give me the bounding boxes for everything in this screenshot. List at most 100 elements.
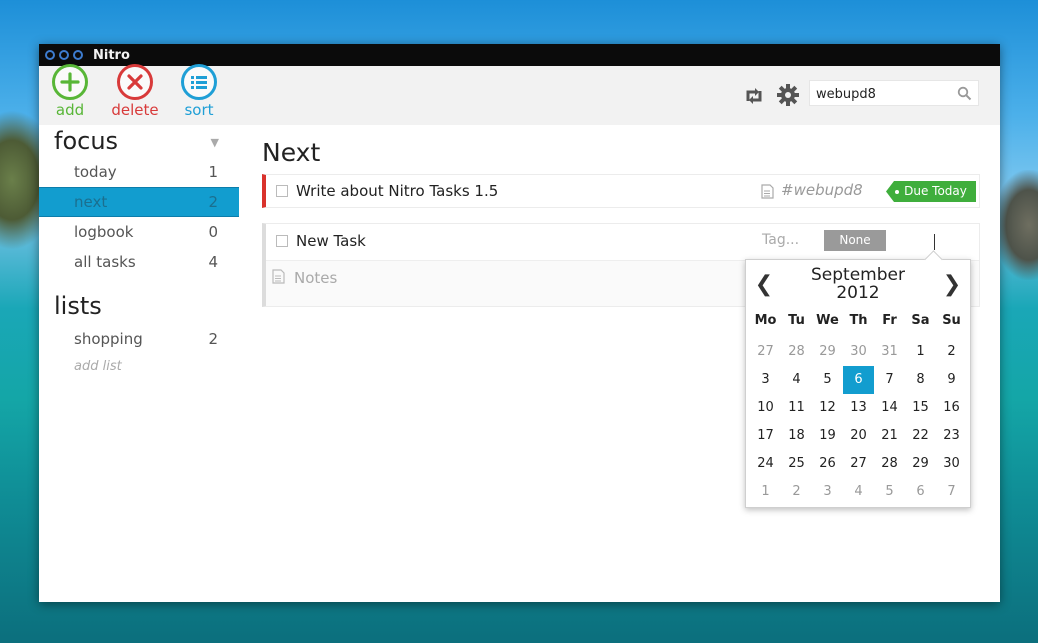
- calendar-day[interactable]: 2: [936, 338, 967, 366]
- maximize-window-button[interactable]: [73, 50, 83, 60]
- calendar-day[interactable]: 1: [905, 338, 936, 366]
- due-badge[interactable]: Due Today: [886, 181, 976, 202]
- calendar-day[interactable]: 4: [781, 366, 812, 394]
- chevron-right-icon[interactable]: ❯: [940, 272, 964, 298]
- calendar-day[interactable]: 30: [843, 338, 874, 366]
- sync-icon[interactable]: [742, 84, 766, 108]
- search-icon[interactable]: [957, 86, 972, 101]
- sidebar-item-today[interactable]: today 1: [39, 157, 239, 187]
- calendar-day[interactable]: 31: [874, 338, 905, 366]
- calendar-day[interactable]: 5: [874, 478, 905, 506]
- weekday-label: We: [816, 313, 839, 328]
- page-title: Next: [262, 138, 321, 167]
- calendar-day[interactable]: 29: [905, 450, 936, 478]
- calendar-grid: Mo Tu We Th Fr Sa Su 27 28 29 30 31 1 2 3 4 5 6 7 8 9 10 11 12 1…: [750, 310, 970, 506]
- note-icon: [761, 184, 774, 199]
- close-window-button[interactable]: [45, 50, 55, 60]
- calendar-day[interactable]: 26: [812, 450, 843, 478]
- calendar-day[interactable]: 27: [843, 450, 874, 478]
- search-input[interactable]: [810, 81, 958, 107]
- calendar-day[interactable]: 17: [750, 422, 781, 450]
- sidebar-item-next[interactable]: next 2: [39, 187, 239, 217]
- lists-heading: lists: [39, 290, 239, 322]
- task-name[interactable]: Write about Nitro Tasks 1.5: [296, 182, 498, 200]
- calendar-year: 2012: [836, 283, 880, 303]
- task-checkbox[interactable]: [276, 185, 288, 197]
- calendar-day[interactable]: 25: [781, 450, 812, 478]
- weekday-label: Su: [942, 313, 961, 328]
- calendar-day[interactable]: 1: [750, 478, 781, 506]
- sort-button[interactable]: sort: [169, 64, 229, 119]
- calendar-day[interactable]: 18: [781, 422, 812, 450]
- task-tag[interactable]: #webupd8: [781, 181, 863, 199]
- toolbar: add delete sort: [39, 64, 1000, 125]
- calendar-day[interactable]: 27: [750, 338, 781, 366]
- sidebar-item-shopping[interactable]: shopping 2: [39, 324, 239, 354]
- add-button[interactable]: add: [40, 64, 100, 119]
- calendar-day[interactable]: 6: [843, 366, 874, 394]
- minimize-window-button[interactable]: [59, 50, 69, 60]
- calendar-day[interactable]: 4: [843, 478, 874, 506]
- weekday-label: Sa: [911, 313, 930, 328]
- badge-dot-icon: [895, 189, 900, 194]
- date-input-cursor[interactable]: [934, 234, 935, 250]
- calendar-day[interactable]: 21: [874, 422, 905, 450]
- delete-label: delete: [111, 101, 159, 119]
- task-row[interactable]: Write about Nitro Tasks 1.5 #webupd8 Due…: [262, 174, 980, 208]
- sidebar-item-count: 4: [208, 253, 218, 271]
- priority-button[interactable]: None: [824, 230, 886, 251]
- gear-icon[interactable]: [776, 83, 800, 107]
- calendar-day[interactable]: 3: [750, 366, 781, 394]
- calendar-title: September 2012: [786, 266, 930, 302]
- calendar-day[interactable]: 7: [936, 478, 967, 506]
- calendar-day[interactable]: 20: [843, 422, 874, 450]
- collapse-arrow-icon[interactable]: ▼: [211, 127, 219, 159]
- list-icon: [181, 64, 217, 100]
- calendar-day[interactable]: 7: [874, 366, 905, 394]
- sidebar-item-count: 2: [208, 330, 218, 348]
- calendar-day[interactable]: 13: [843, 394, 874, 422]
- calendar-day[interactable]: 10: [750, 394, 781, 422]
- notes-input[interactable]: Notes: [294, 269, 337, 287]
- notes-icon: [272, 269, 285, 284]
- calendar-day[interactable]: 28: [874, 450, 905, 478]
- task-checkbox[interactable]: [276, 235, 288, 247]
- task-editor-header: New Task Tag... None: [266, 224, 979, 261]
- calendar-day[interactable]: 23: [936, 422, 967, 450]
- chevron-left-icon[interactable]: ❮: [752, 272, 776, 298]
- calendar-day[interactable]: 15: [905, 394, 936, 422]
- title-bar: Nitro: [39, 44, 1000, 66]
- calendar-day[interactable]: 6: [905, 478, 936, 506]
- weekday-label: Mo: [754, 313, 777, 328]
- calendar-day[interactable]: 22: [905, 422, 936, 450]
- calendar-day[interactable]: 3: [812, 478, 843, 506]
- focus-heading-label: focus: [54, 127, 119, 155]
- sidebar-item-label: next: [74, 193, 108, 211]
- sidebar-item-count: 1: [208, 163, 218, 181]
- calendar-day[interactable]: 2: [781, 478, 812, 506]
- tag-input[interactable]: Tag...: [762, 232, 799, 248]
- delete-button[interactable]: delete: [105, 64, 165, 119]
- calendar-day[interactable]: 14: [874, 394, 905, 422]
- calendar-day[interactable]: 24: [750, 450, 781, 478]
- calendar-header: ❮ September 2012 ❯: [746, 260, 970, 310]
- sidebar-item-count: 2: [208, 193, 218, 211]
- calendar-day[interactable]: 12: [812, 394, 843, 422]
- calendar-day[interactable]: 28: [781, 338, 812, 366]
- sidebar-item-logbook[interactable]: logbook 0: [39, 217, 239, 247]
- calendar-day[interactable]: 16: [936, 394, 967, 422]
- calendar-day[interactable]: 9: [936, 366, 967, 394]
- calendar-day[interactable]: 8: [905, 366, 936, 394]
- weekday-label: Tu: [788, 313, 805, 328]
- add-label: add: [55, 101, 85, 119]
- calendar-day[interactable]: 11: [781, 394, 812, 422]
- calendar-day[interactable]: 29: [812, 338, 843, 366]
- task-name-input[interactable]: New Task: [296, 232, 366, 250]
- weekday-label: Th: [849, 313, 868, 328]
- sidebar-item-all-tasks[interactable]: all tasks 4: [39, 247, 239, 277]
- add-list-link[interactable]: add list: [39, 354, 239, 380]
- sidebar-item-label: logbook: [74, 223, 134, 241]
- calendar-day[interactable]: 30: [936, 450, 967, 478]
- calendar-day[interactable]: 19: [812, 422, 843, 450]
- calendar-day[interactable]: 5: [812, 366, 843, 394]
